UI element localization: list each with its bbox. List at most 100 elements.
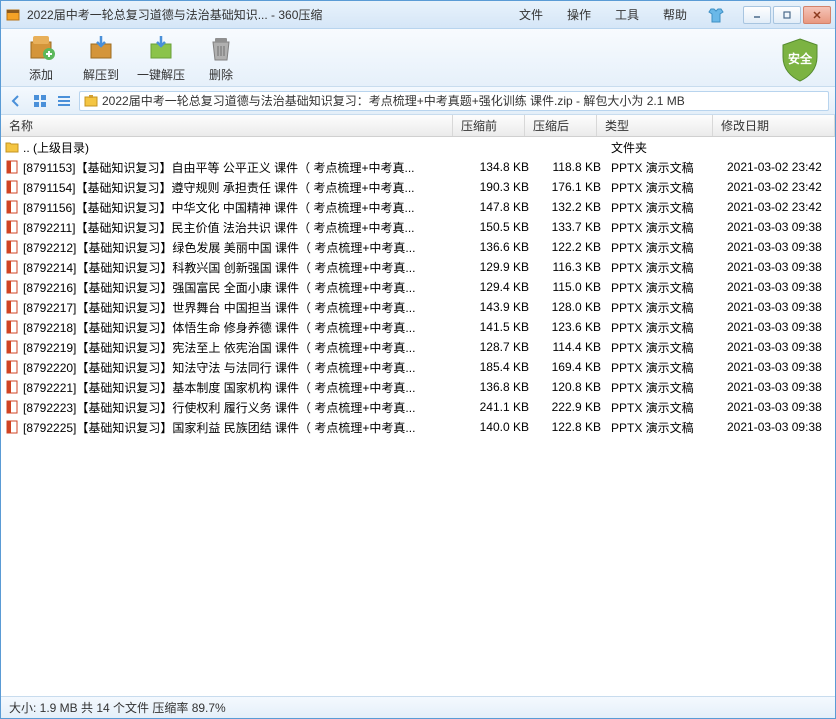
file-name: [8792221]【基础知识复习】基本制度 国家机构 课件（ 考点梳理+中考真.… [23,379,467,396]
view-list-button[interactable] [55,92,73,110]
file-row[interactable]: [8791153]【基础知识复习】自由平等 公平正义 课件（ 考点梳理+中考真.… [1,157,835,177]
file-row[interactable]: [8792225]【基础知识复习】国家利益 民族团结 课件（ 考点梳理+中考真.… [1,417,835,437]
pptx-icon [5,420,19,434]
extract-to-button[interactable]: 解压到 [71,32,131,84]
file-type: PPTX 演示文稿 [611,419,727,436]
col-before[interactable]: 压缩前 [453,115,525,136]
file-date: 2021-03-03 09:38 [727,320,831,334]
maximize-button[interactable] [773,6,801,24]
file-date: 2021-03-03 09:38 [727,240,831,254]
col-date[interactable]: 修改日期 [713,115,835,136]
pptx-icon [5,260,19,274]
file-row[interactable]: [8792221]【基础知识复习】基本制度 国家机构 课件（ 考点梳理+中考真.… [1,377,835,397]
file-size-before: 136.8 KB [467,380,539,394]
file-row[interactable]: [8792218]【基础知识复习】体悟生命 修身养德 课件（ 考点梳理+中考真.… [1,317,835,337]
file-name: [8791153]【基础知识复习】自由平等 公平正义 课件（ 考点梳理+中考真.… [23,159,467,176]
file-name: [8792218]【基础知识复习】体悟生命 修身养德 课件（ 考点梳理+中考真.… [23,319,467,336]
view-tiles-button[interactable] [31,92,49,110]
skin-icon[interactable] [707,6,725,24]
file-name: [8792225]【基础知识复习】国家利益 民族团结 课件（ 考点梳理+中考真.… [23,419,467,436]
file-size-before: 134.8 KB [467,160,539,174]
file-name: [8791156]【基础知识复习】中华文化 中国精神 课件（ 考点梳理+中考真.… [23,199,467,216]
file-row[interactable]: [8792216]【基础知识复习】强国富民 全面小康 课件（ 考点梳理+中考真.… [1,277,835,297]
file-row[interactable]: [8792223]【基础知识复习】行使权利 履行义务 课件（ 考点梳理+中考真.… [1,397,835,417]
window-title: 2022届中考一轮总复习道德与法治基础知识... - 360压缩 [27,6,507,23]
file-size-after: 122.8 KB [539,420,611,434]
file-size-after: 115.0 KB [539,280,611,294]
file-date: 2021-03-03 09:38 [727,340,831,354]
file-date: 2021-03-02 23:42 [727,200,831,214]
file-type: 文件夹 [611,139,727,156]
pptx-icon [5,300,19,314]
file-size-before: 185.4 KB [467,360,539,374]
add-icon [25,32,57,64]
folder-icon [5,140,19,154]
file-row[interactable]: [8791156]【基础知识复习】中华文化 中国精神 课件（ 考点梳理+中考真.… [1,197,835,217]
svg-text:安全: 安全 [788,51,813,66]
file-date: 2021-03-03 09:38 [727,260,831,274]
menu-file[interactable]: 文件 [519,6,543,23]
menubar: 文件 操作 工具 帮助 [507,6,699,23]
pptx-icon [5,200,19,214]
extract-label: 解压到 [83,66,119,83]
file-type: PPTX 演示文稿 [611,259,727,276]
col-type[interactable]: 类型 [597,115,713,136]
file-size-after: 118.8 KB [539,160,611,174]
file-size-before: 143.9 KB [467,300,539,314]
col-after[interactable]: 压缩后 [525,115,597,136]
parent-folder-row[interactable]: .. (上级目录) 文件夹 [1,137,835,157]
file-row[interactable]: [8792217]【基础知识复习】世界舞台 中国担当 课件（ 考点梳理+中考真.… [1,297,835,317]
app-icon [5,7,21,23]
menu-tools[interactable]: 工具 [615,6,639,23]
menu-help[interactable]: 帮助 [663,6,687,23]
file-type: PPTX 演示文稿 [611,379,727,396]
archive-icon [84,94,98,108]
pptx-icon [5,220,19,234]
close-button[interactable] [803,6,831,24]
file-row[interactable]: [8792212]【基础知识复习】绿色发展 美丽中国 课件（ 考点梳理+中考真.… [1,237,835,257]
file-size-before: 136.6 KB [467,240,539,254]
file-row[interactable]: [8792220]【基础知识复习】知法守法 与法同行 课件（ 考点梳理+中考真.… [1,357,835,377]
file-date: 2021-03-03 09:38 [727,280,831,294]
pptx-icon [5,240,19,254]
pptx-icon [5,280,19,294]
one-click-icon [145,32,177,64]
window-controls [741,6,831,24]
file-type: PPTX 演示文稿 [611,159,727,176]
file-type: PPTX 演示文稿 [611,199,727,216]
file-name: [8792216]【基础知识复习】强国富民 全面小康 课件（ 考点梳理+中考真.… [23,279,467,296]
pptx-icon [5,180,19,194]
file-date: 2021-03-03 09:38 [727,420,831,434]
file-date: 2021-03-02 23:42 [727,180,831,194]
col-name[interactable]: 名称 [1,115,453,136]
file-size-before: 150.5 KB [467,220,539,234]
one-click-extract-button[interactable]: 一键解压 [131,32,191,84]
file-row[interactable]: [8792214]【基础知识复习】科教兴国 创新强国 课件（ 考点梳理+中考真.… [1,257,835,277]
file-name: [8791154]【基础知识复习】遵守规则 承担责任 课件（ 考点梳理+中考真.… [23,179,467,196]
delete-button[interactable]: 删除 [191,32,251,84]
file-size-after: 176.1 KB [539,180,611,194]
back-button[interactable] [7,92,25,110]
path-bar[interactable]: 2022届中考一轮总复习道德与法治基础知识复习：考点梳理+中考真题+强化训练 课… [79,91,829,111]
minimize-button[interactable] [743,6,771,24]
file-size-after: 114.4 KB [539,340,611,354]
file-row[interactable]: [8792211]【基础知识复习】民主价值 法治共识 课件（ 考点梳理+中考真.… [1,217,835,237]
file-size-after: 122.2 KB [539,240,611,254]
file-type: PPTX 演示文稿 [611,179,727,196]
file-type: PPTX 演示文稿 [611,239,727,256]
file-row[interactable]: [8791154]【基础知识复习】遵守规则 承担责任 课件（ 考点梳理+中考真.… [1,177,835,197]
toolbar: 添加 解压到 一键解压 删除 安全 [1,29,835,87]
file-size-after: 132.2 KB [539,200,611,214]
file-date: 2021-03-03 09:38 [727,220,831,234]
navbar: 2022届中考一轮总复习道德与法治基础知识复习：考点梳理+中考真题+强化训练 课… [1,87,835,115]
file-size-after: 222.9 KB [539,400,611,414]
menu-operate[interactable]: 操作 [567,6,591,23]
status-text: 大小: 1.9 MB 共 14 个文件 压缩率 89.7% [9,699,226,716]
pptx-icon [5,320,19,334]
pptx-icon [5,380,19,394]
file-name: [8792214]【基础知识复习】科教兴国 创新强国 课件（ 考点梳理+中考真.… [23,259,467,276]
file-name: [8792211]【基础知识复习】民主价值 法治共识 课件（ 考点梳理+中考真.… [23,219,467,236]
file-row[interactable]: [8792219]【基础知识复习】宪法至上 依宪治国 课件（ 考点梳理+中考真.… [1,337,835,357]
add-button[interactable]: 添加 [11,32,71,84]
file-type: PPTX 演示文稿 [611,359,727,376]
